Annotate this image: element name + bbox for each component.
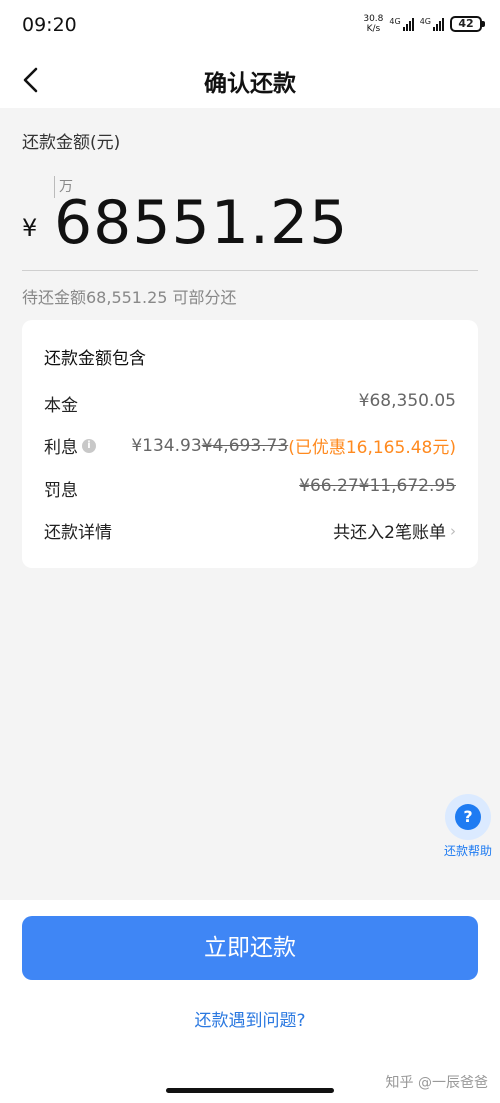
- interest-discount: (已优惠16,165.48元): [288, 438, 456, 458]
- repayment-breakdown-card: 还款金额包含 本金 ¥68,350.05 利息 i ¥134.93 ¥4,693…: [22, 320, 478, 568]
- signal-type-label-2: 4G: [419, 17, 431, 26]
- interest-current: ¥134.93: [131, 435, 202, 456]
- watermark: 知乎 @一辰爸爸: [385, 1075, 488, 1091]
- chevron-right-icon: ›: [450, 521, 456, 540]
- page-title: 确认还款: [204, 71, 296, 97]
- pending-amount-text: 待还金额68,551.25 可部分还: [22, 288, 237, 307]
- details-value: 共还入2笔账单: [333, 523, 446, 543]
- principal-label: 本金: [44, 396, 78, 416]
- help-icon-bg: ?: [445, 794, 491, 840]
- signal-strength-icon: 4G: [389, 17, 414, 31]
- home-indicator[interactable]: [166, 1088, 334, 1093]
- amount-input[interactable]: 68551.25: [54, 188, 348, 258]
- help-label: 还款帮助: [443, 844, 492, 858]
- nav-header: 确认还款: [0, 52, 500, 108]
- breakdown-title: 还款金额包含: [44, 349, 146, 369]
- info-icon[interactable]: i: [82, 438, 96, 453]
- repayment-help-button[interactable]: ? 还款帮助: [442, 794, 494, 859]
- status-time: 09:20: [22, 14, 77, 36]
- confirm-repayment-screen: 09:20 30.8 K/s 4G 4G 42 确认还款 还款金额(元) 万 ¥…: [0, 0, 500, 1103]
- repay-now-button[interactable]: 立即还款: [22, 916, 478, 980]
- amount-label: 还款金额(元): [22, 133, 121, 153]
- interest-label: 利息: [44, 438, 78, 458]
- penalty-row: 罚息 ¥66.27 ¥11,672.95: [44, 476, 456, 502]
- penalty-original: ¥11,672.95: [358, 476, 456, 496]
- penalty-label: 罚息: [44, 481, 78, 501]
- signal-strength-icon-2: 4G: [420, 17, 444, 31]
- amount-divider: [22, 270, 478, 271]
- currency-symbol: ¥: [22, 214, 38, 242]
- network-speed-unit: K/s: [366, 24, 381, 34]
- details-label: 还款详情: [44, 523, 112, 543]
- repayment-details-row[interactable]: 还款详情 共还入2笔账单 ›: [44, 518, 456, 544]
- principal-row: 本金 ¥68,350.05: [44, 391, 456, 417]
- penalty-current: ¥66.27: [299, 476, 359, 496]
- status-bar: 09:20 30.8 K/s 4G 4G 42: [0, 0, 500, 52]
- status-indicators: 30.8 K/s 4G 4G 42: [363, 14, 485, 34]
- question-icon: ?: [455, 804, 481, 830]
- interest-original: ¥4,693.73: [201, 435, 289, 456]
- network-speed-value: 30.8: [363, 14, 384, 24]
- repayment-problem-link[interactable]: 还款遇到问题?: [0, 1006, 500, 1031]
- battery-icon: 42: [450, 16, 485, 32]
- interest-row: 利息 i ¥134.93 ¥4,693.73 (已优惠16,165.48元): [44, 433, 456, 459]
- principal-value: ¥68,350.05: [358, 391, 456, 411]
- signal-type-label: 4G: [389, 17, 401, 26]
- network-speed: 30.8 K/s: [363, 14, 383, 34]
